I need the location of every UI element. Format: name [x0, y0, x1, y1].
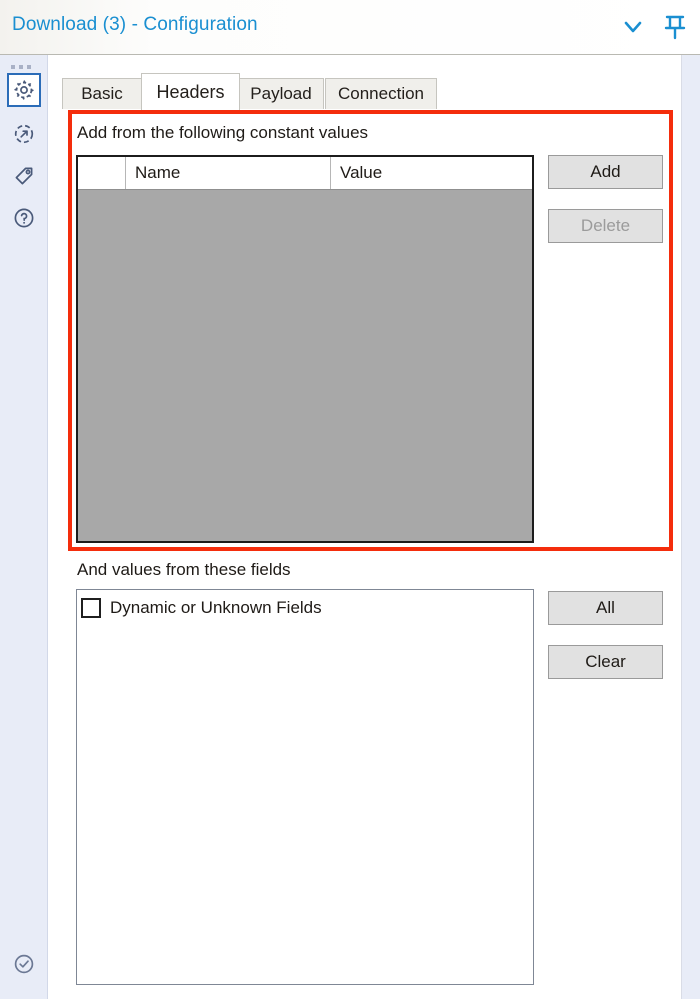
pin-icon[interactable] — [658, 10, 692, 44]
tab-headers[interactable]: Headers — [141, 73, 240, 110]
gear-icon — [14, 80, 34, 100]
list-item[interactable]: Dynamic or Unknown Fields — [81, 595, 322, 621]
constant-values-grid[interactable]: Name Value — [76, 155, 534, 543]
sidebar-item-help[interactable] — [7, 201, 41, 235]
add-button[interactable]: Add — [548, 155, 663, 189]
window-titlebar: Download (3) - Configuration — [0, 0, 700, 55]
sidebar-item-annotation[interactable] — [7, 159, 41, 193]
window-title: Download (3) - Configuration — [12, 14, 258, 35]
chevron-down-icon[interactable] — [616, 10, 650, 44]
tab-connection[interactable]: Connection — [325, 78, 437, 109]
grid-empty-body[interactable] — [78, 190, 532, 541]
grid-column-name[interactable]: Name — [126, 157, 331, 189]
fields-list[interactable]: Dynamic or Unknown Fields — [76, 589, 534, 985]
ellipsis-icon[interactable] — [11, 63, 37, 71]
dynamic-fields-checkbox[interactable] — [81, 598, 101, 618]
sidebar-item-configuration[interactable] — [7, 73, 41, 107]
tag-icon — [15, 167, 33, 185]
share-circle-icon — [14, 124, 34, 144]
sidebar-status-indicator[interactable] — [7, 947, 41, 981]
delete-button: Delete — [548, 209, 663, 243]
sidebar-item-output[interactable] — [7, 117, 41, 151]
grid-header-row: Name Value — [78, 157, 532, 190]
list-item-label: Dynamic or Unknown Fields — [110, 598, 322, 617]
grid-column-select[interactable] — [78, 157, 126, 189]
select-all-button[interactable]: All — [548, 591, 663, 625]
question-circle-icon — [14, 208, 34, 228]
check-circle-icon — [14, 954, 34, 974]
clear-selection-button[interactable]: Clear — [548, 645, 663, 679]
fields-section-label: And values from these fields — [77, 560, 291, 579]
tab-basic[interactable]: Basic — [62, 78, 142, 109]
constants-section-label: Add from the following constant values — [77, 123, 369, 142]
tab-payload[interactable]: Payload — [238, 78, 324, 109]
tab-bar: Basic Headers Payload Connection — [48, 73, 682, 110]
grid-column-value[interactable]: Value — [331, 157, 532, 189]
left-sidebar — [0, 55, 48, 999]
